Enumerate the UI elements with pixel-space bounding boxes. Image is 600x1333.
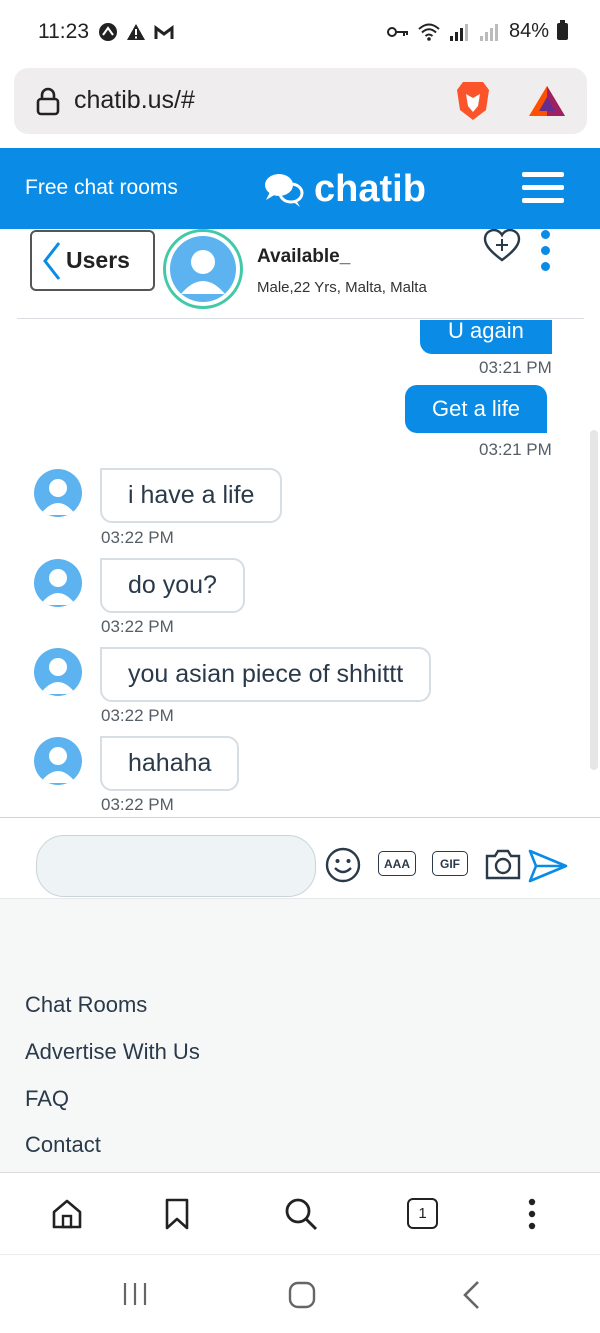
incoming-message: you asian piece of shhittt <box>100 647 432 702</box>
message-time: 03:22 PM <box>101 706 174 725</box>
user-silhouette-icon <box>40 747 76 783</box>
footer-link-chat-rooms[interactable]: Chat Rooms <box>25 992 147 1018</box>
profile-avatar[interactable] <box>163 229 243 309</box>
url-text[interactable]: chatib.us/# <box>74 86 195 115</box>
add-favorite-heart-icon[interactable] <box>483 229 521 263</box>
sender-avatar[interactable] <box>34 469 82 517</box>
more-menu-icon[interactable] <box>526 1197 538 1231</box>
gif-label: GIF <box>440 856 460 871</box>
site-footer: Chat Rooms Advertise With Us FAQ Contact <box>0 899 600 1172</box>
site-logo[interactable]: chatib <box>262 168 426 211</box>
chevron-left-icon <box>43 241 61 280</box>
status-right: 84% <box>386 20 568 43</box>
search-icon[interactable] <box>283 1196 319 1232</box>
message-text: do you? <box>128 571 217 599</box>
message-time: 03:22 PM <box>101 617 174 636</box>
footer-link-faq[interactable]: FAQ <box>25 1086 69 1112</box>
footer-link-contact[interactable]: Contact <box>25 1132 101 1158</box>
message-text: you asian piece of shhittt <box>128 660 404 688</box>
lock-icon[interactable] <box>35 86 61 116</box>
site-header: Free chat rooms chatib <box>0 148 600 229</box>
tabs-button[interactable]: 1 <box>407 1198 438 1229</box>
bookmark-icon[interactable] <box>164 1197 190 1231</box>
sender-avatar[interactable] <box>34 559 82 607</box>
emoji-icon[interactable] <box>325 847 361 883</box>
message-time: 03:22 PM <box>101 795 174 814</box>
user-silhouette-icon <box>170 236 236 302</box>
recent-apps-icon[interactable] <box>121 1280 149 1308</box>
chat-messages[interactable]: U again 03:21 PM Get a life 03:21 PM i h… <box>0 320 600 816</box>
tab-count: 1 <box>418 1205 427 1222</box>
vpn-key-icon <box>386 26 408 37</box>
more-options-icon[interactable] <box>541 230 553 272</box>
incoming-message: do you? <box>100 558 245 613</box>
sender-avatar[interactable] <box>34 737 82 785</box>
message-time: 03:21 PM <box>479 440 552 459</box>
message-composer: AAA GIF <box>0 817 600 899</box>
address-bar[interactable]: chatib.us/# <box>14 68 587 134</box>
text-style-button[interactable]: AAA <box>378 851 416 876</box>
footer-link-advertise[interactable]: Advertise With Us <box>25 1039 200 1065</box>
signal-icon <box>449 23 468 41</box>
message-time: 03:21 PM <box>479 358 552 377</box>
home-icon[interactable] <box>51 1198 83 1230</box>
signal-2-icon <box>479 23 498 41</box>
home-button-icon[interactable] <box>287 1280 317 1310</box>
message-input[interactable] <box>36 835 316 897</box>
user-silhouette-icon <box>40 479 76 515</box>
chat-user-header: Users Available_ Male,22 Yrs, Malta, Mal… <box>17 229 584 319</box>
message-text: i have a life <box>128 481 255 509</box>
status-time: 11:23 <box>38 20 89 43</box>
wifi-icon <box>418 23 440 41</box>
notification-icons <box>98 22 174 42</box>
text-style-label: AAA <box>384 856 410 871</box>
back-button-label: Users <box>66 247 130 273</box>
send-icon[interactable] <box>528 849 568 883</box>
message-text: hahaha <box>128 749 212 777</box>
gif-button[interactable]: GIF <box>432 851 468 876</box>
logo-text: chatib <box>314 168 426 210</box>
outgoing-message: Get a life <box>405 385 548 433</box>
camera-icon[interactable] <box>484 847 522 881</box>
browser-bottom-nav: 1 <box>0 1172 600 1254</box>
notification-app-icon <box>99 23 117 41</box>
system-nav-bar <box>0 1254 600 1333</box>
chat-scrollbar[interactable] <box>590 430 598 770</box>
alert-icon <box>127 24 145 40</box>
profile-name[interactable]: Available_ <box>257 246 350 268</box>
bat-rewards-icon[interactable] <box>527 84 567 118</box>
status-bar: 11:23 84% <box>0 0 600 66</box>
brave-shield-icon[interactable] <box>455 80 491 122</box>
back-button-icon[interactable] <box>460 1279 482 1311</box>
free-chat-rooms-link[interactable]: Free chat rooms <box>25 176 178 200</box>
user-silhouette-icon <box>40 569 76 605</box>
incoming-message: hahaha <box>100 736 240 791</box>
user-silhouette-icon <box>40 658 76 694</box>
message-text: U again <box>448 320 524 343</box>
chat-bubbles-icon <box>265 173 304 207</box>
hamburger-menu-icon[interactable] <box>522 172 564 206</box>
back-to-users-button[interactable]: Users <box>30 230 155 291</box>
battery-icon <box>557 20 568 40</box>
message-text: Get a life <box>432 396 521 421</box>
battery-percent: 84% <box>508 20 549 42</box>
message-time: 03:22 PM <box>101 528 174 547</box>
malwarebytes-icon <box>154 25 174 39</box>
outgoing-message: U again <box>420 320 552 354</box>
profile-info: Male,22 Yrs, Malta, Malta <box>257 279 427 296</box>
sender-avatar[interactable] <box>34 648 82 696</box>
incoming-message: i have a life <box>100 468 283 523</box>
